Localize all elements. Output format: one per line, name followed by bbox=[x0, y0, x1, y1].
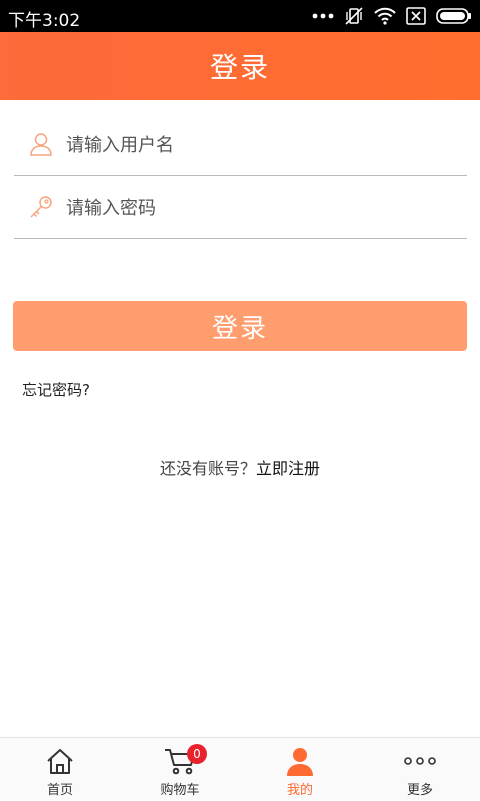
user-icon bbox=[283, 746, 317, 776]
wifi-icon bbox=[374, 7, 396, 25]
app-header: 登录 bbox=[0, 32, 480, 100]
user-outline-icon bbox=[28, 131, 54, 157]
vibrate-mute-icon bbox=[344, 6, 364, 26]
bottom-tab-bar: 首页 0 购物车 我的 更多 bbox=[0, 737, 480, 800]
tab-label: 购物车 bbox=[160, 783, 200, 798]
notification-dots-icon bbox=[312, 13, 334, 19]
register-link[interactable]: 立即注册 bbox=[256, 459, 320, 478]
status-icons bbox=[312, 6, 472, 26]
password-input[interactable] bbox=[66, 188, 456, 228]
page-title: 登录 bbox=[209, 51, 270, 84]
tab-home[interactable]: 首页 bbox=[0, 738, 120, 801]
key-icon bbox=[28, 194, 54, 220]
password-field bbox=[14, 176, 467, 239]
tab-more[interactable]: 更多 bbox=[360, 738, 480, 801]
home-icon bbox=[43, 746, 77, 776]
tab-mine[interactable]: 我的 bbox=[240, 738, 360, 801]
status-time: 下午3:02 bbox=[8, 11, 81, 31]
register-line: 还没有账号？立即注册 bbox=[0, 455, 480, 479]
login-button[interactable]: 登录 bbox=[13, 301, 467, 351]
forgot-password-link[interactable]: 忘记密码? bbox=[22, 379, 90, 400]
status-bar: 下午3:02 bbox=[0, 0, 480, 32]
tab-label: 首页 bbox=[46, 783, 73, 798]
username-input[interactable] bbox=[66, 125, 456, 165]
tab-label: 更多 bbox=[406, 783, 433, 798]
battery-icon bbox=[436, 8, 472, 24]
more-icon bbox=[403, 746, 437, 776]
cart-badge: 0 bbox=[187, 744, 207, 764]
tab-cart[interactable]: 0 购物车 bbox=[120, 738, 240, 801]
register-prompt: 还没有账号？ bbox=[159, 459, 256, 478]
cart-icon: 0 bbox=[163, 744, 207, 776]
tab-label: 我的 bbox=[286, 783, 313, 798]
username-field bbox=[14, 113, 467, 176]
no-sim-icon bbox=[406, 7, 426, 25]
